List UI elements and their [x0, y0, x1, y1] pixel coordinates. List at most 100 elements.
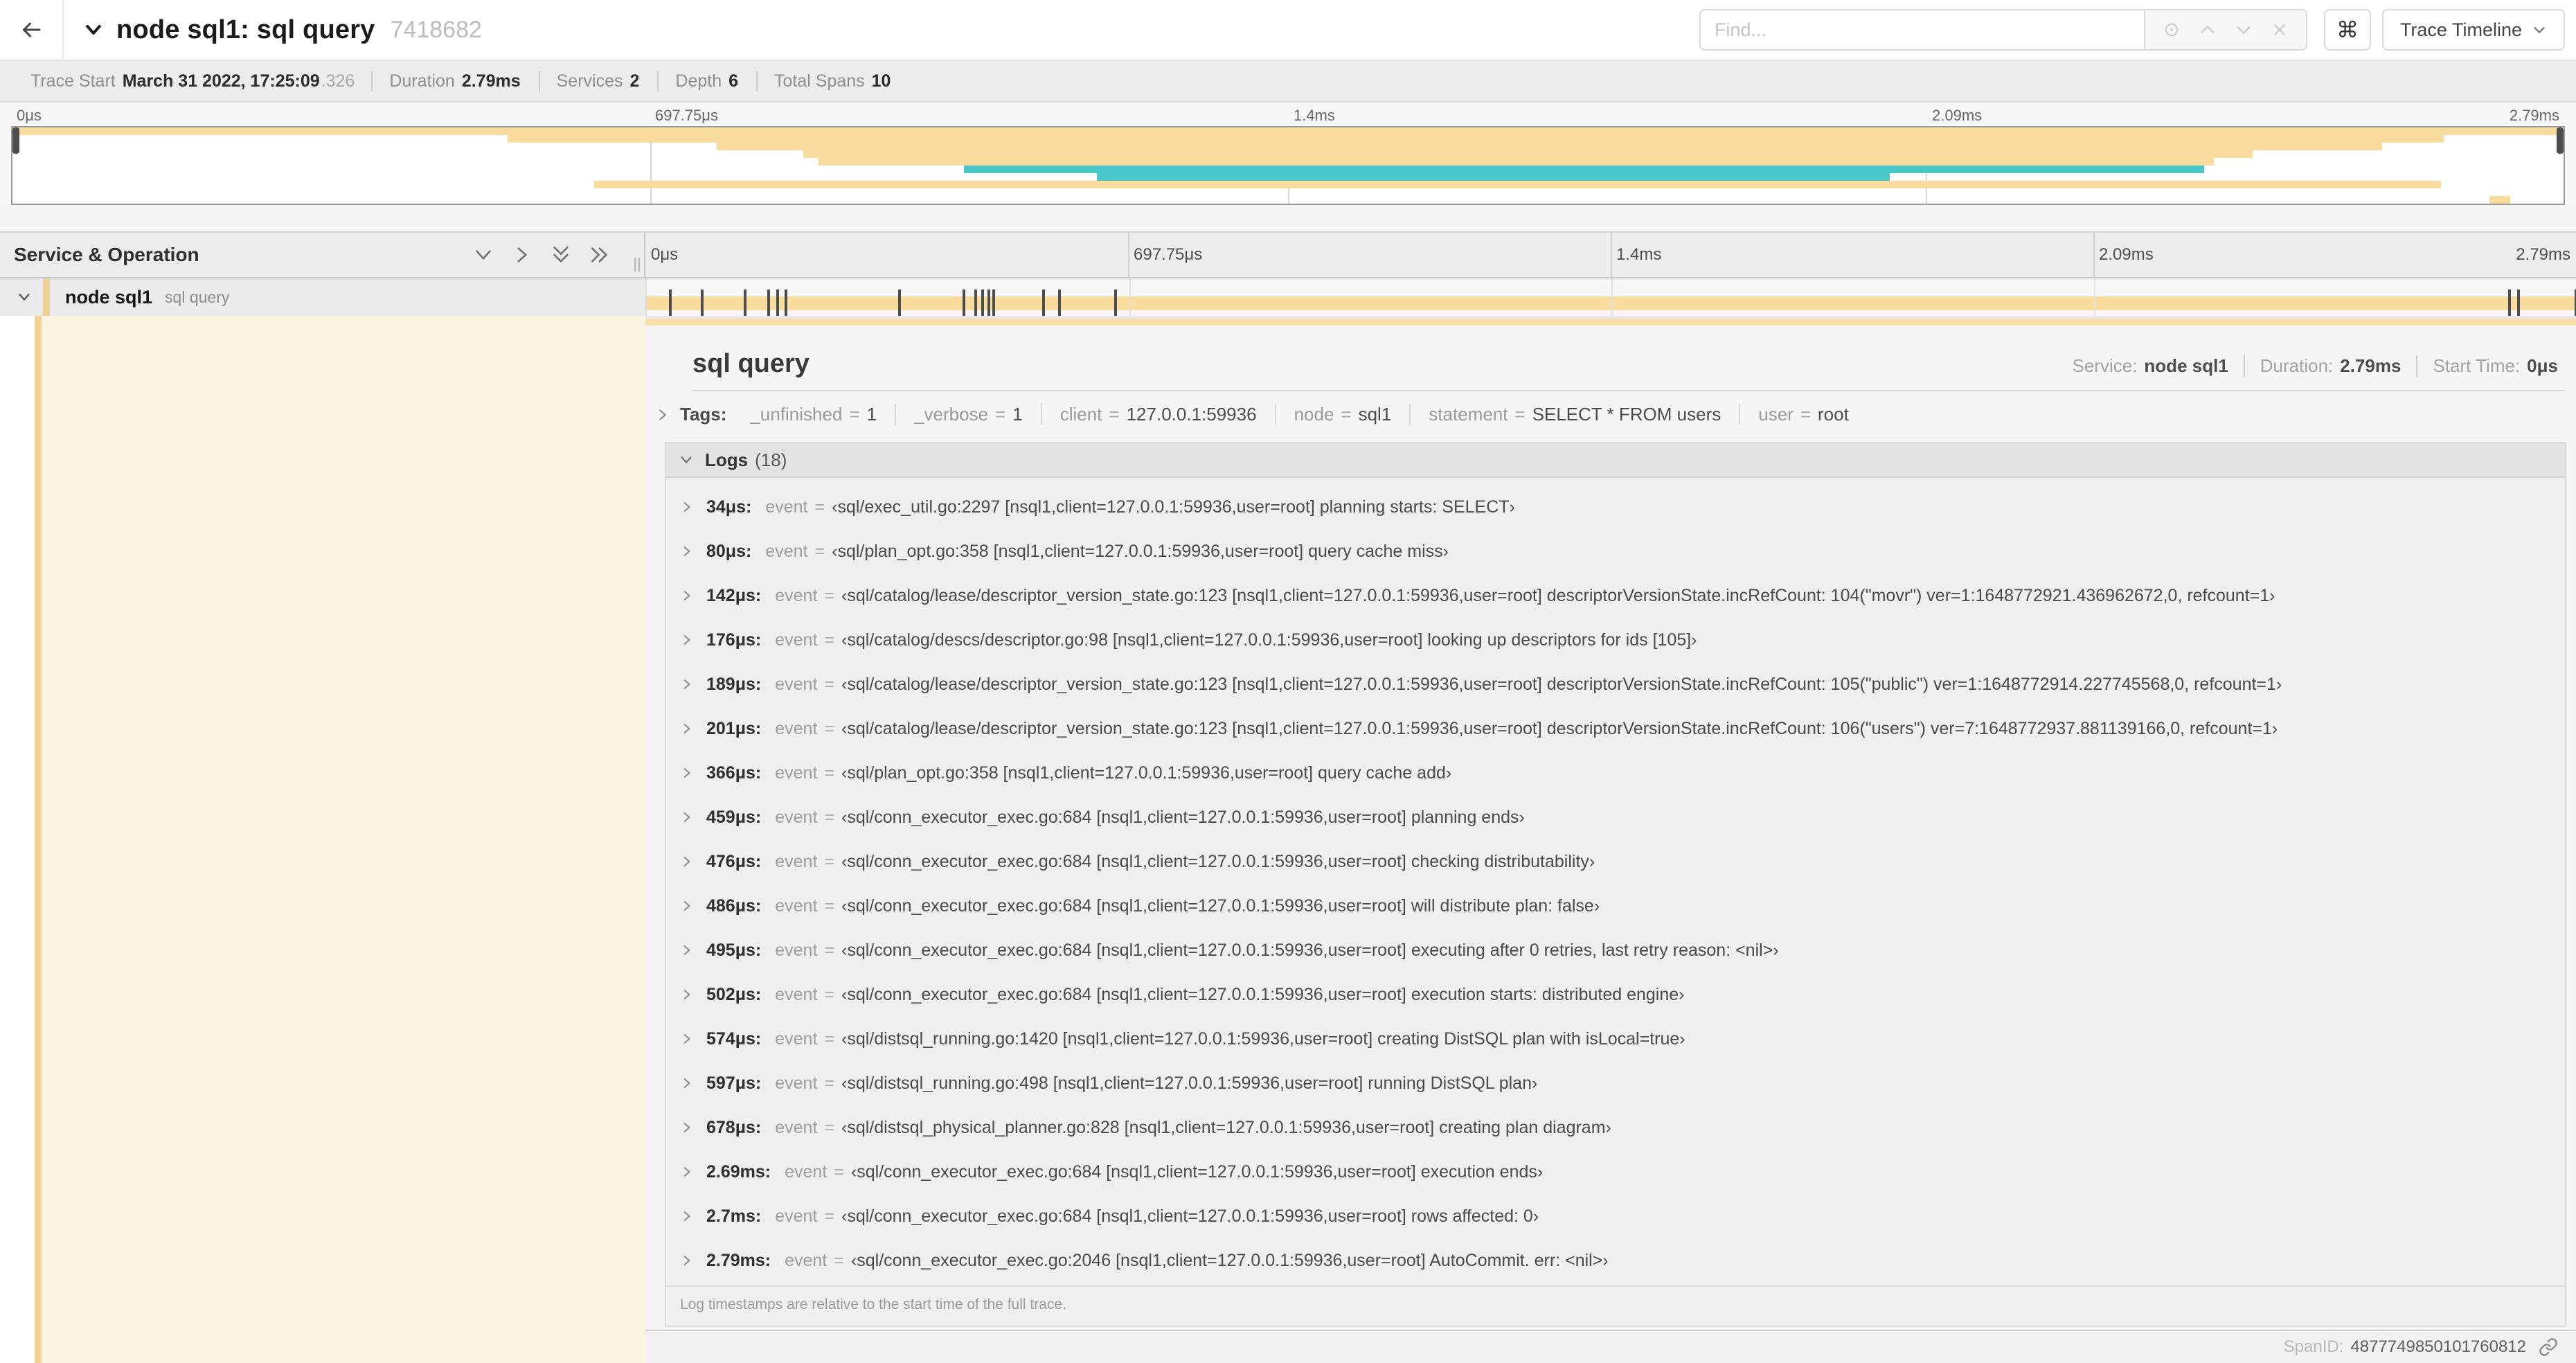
chevron-down-icon[interactable] — [17, 289, 32, 305]
span-name-cell[interactable]: node sql1 sql query — [0, 278, 645, 316]
view-selector-button[interactable]: Trace Timeline — [2381, 9, 2565, 51]
log-entry-row[interactable]: 476μs: event = ‹sql/conn_executor_exec.g… — [666, 839, 2565, 884]
collapse-one-chevron-down-icon[interactable] — [472, 244, 494, 266]
log-entry-row[interactable]: 678μs: event = ‹sql/distsql_physical_pla… — [666, 1105, 2565, 1150]
top-actions: ⌘ Trace Timeline — [1699, 9, 2576, 51]
equals-sign: = — [824, 1073, 835, 1093]
minimap-span-bar — [12, 127, 2561, 135]
log-marker-tick[interactable] — [776, 289, 779, 316]
tags-row[interactable]: Tags: _unfinished = 1 _verbose = 1 clien… — [645, 391, 2576, 436]
meta-label: Start Time: — [2433, 355, 2521, 376]
log-entry-row[interactable]: 366μs: event = ‹sql/plan_opt.go:358 [nsq… — [666, 751, 2565, 795]
summary-label: Trace Start — [30, 71, 116, 91]
log-entry-row[interactable]: 176μs: event = ‹sql/catalog/descs/descri… — [666, 618, 2565, 662]
tag-key: statement — [1429, 404, 1508, 425]
summary-value: 2.79ms — [461, 71, 521, 91]
log-entry-row[interactable]: 2.69ms: event = ‹sql/conn_executor_exec.… — [666, 1150, 2565, 1194]
equals-sign: = — [814, 541, 825, 561]
log-marker-tick[interactable] — [700, 289, 704, 316]
summary-value-suffix: .326 — [321, 71, 355, 91]
span-row: node sql1 sql query — [0, 278, 2576, 316]
log-timestamp: 502μs: — [706, 984, 762, 1004]
chevron-down-icon[interactable] — [83, 19, 104, 40]
logs-header[interactable]: Logs (18) — [666, 443, 2565, 478]
log-field-value: ‹sql/conn_executor_exec.go:684 [nsql1,cl… — [841, 1206, 1539, 1226]
equals-sign: = — [834, 1250, 844, 1270]
find-input[interactable] — [1699, 9, 2145, 51]
logs-section: Logs (18) 34μs: event = ‹sql/exec_util.g… — [665, 442, 2566, 1327]
log-entry-row[interactable]: 201μs: event = ‹sql/catalog/lease/descri… — [666, 706, 2565, 751]
log-timestamp: 2.7ms: — [706, 1206, 762, 1226]
log-timestamp: 476μs: — [706, 851, 762, 871]
log-marker-tick[interactable] — [2508, 289, 2512, 316]
equals-sign: = — [824, 984, 835, 1004]
log-entry-row[interactable]: 502μs: event = ‹sql/conn_executor_exec.g… — [666, 972, 2565, 1017]
meta-label: Duration: — [2260, 355, 2334, 376]
log-entry-row[interactable]: 597μs: event = ‹sql/distsql_running.go:4… — [666, 1061, 2565, 1105]
keyboard-shortcuts-button[interactable]: ⌘ — [2323, 9, 2371, 51]
equals-sign: = — [1109, 404, 1120, 425]
collapse-all-double-chevron-down-icon[interactable] — [550, 244, 572, 266]
page-title: node sql1: sql query — [116, 15, 375, 44]
prev-match-chevron-up-icon[interactable] — [2190, 20, 2226, 39]
log-marker-tick[interactable] — [784, 289, 787, 316]
log-entry-row[interactable]: 495μs: event = ‹sql/conn_executor_exec.g… — [666, 928, 2565, 972]
log-entry-row[interactable]: 459μs: event = ‹sql/conn_executor_exec.g… — [666, 795, 2565, 839]
minimap-left-scrubber-handle[interactable] — [12, 127, 19, 154]
log-marker-tick[interactable] — [987, 289, 991, 316]
tag-item: client = 127.0.0.1:59936 — [1040, 404, 1275, 425]
clear-search-x-icon[interactable] — [2262, 21, 2298, 39]
link-icon[interactable] — [2539, 1337, 2558, 1357]
log-marker-tick[interactable] — [974, 289, 978, 316]
log-marker-tick[interactable] — [992, 289, 996, 316]
log-field-value: ‹sql/conn_executor_exec.go:684 [nsql1,cl… — [841, 896, 1600, 916]
log-marker-tick[interactable] — [2517, 289, 2521, 316]
equals-sign: = — [849, 404, 860, 425]
minimap-span-bar — [593, 181, 2442, 188]
log-marker-tick[interactable] — [668, 289, 672, 316]
log-entry-row[interactable]: 142μs: event = ‹sql/catalog/lease/descri… — [666, 573, 2565, 618]
chevron-right-icon — [680, 1165, 694, 1179]
back-button[interactable] — [0, 0, 64, 60]
minimap-canvas[interactable] — [11, 126, 2565, 205]
log-entry-row[interactable]: 189μs: event = ‹sql/catalog/lease/descri… — [666, 662, 2565, 706]
column-resizer-handle[interactable] — [634, 258, 640, 271]
log-entry-row[interactable]: 574μs: event = ‹sql/distsql_running.go:1… — [666, 1017, 2565, 1061]
log-marker-tick[interactable] — [743, 289, 746, 316]
log-entry-row[interactable]: 2.79ms: event = ‹sql/conn_executor_exec.… — [666, 1238, 2565, 1283]
ruler-tick-label: 2.09ms — [1932, 106, 1983, 124]
top-bar: node sql1: sql query 7418682 Find... ⌘ T… — [0, 0, 2576, 61]
log-entry-row[interactable]: 34μs: event = ‹sql/exec_util.go:2297 [ns… — [666, 485, 2565, 529]
log-entry-row[interactable]: 2.7ms: event = ‹sql/conn_executor_exec.g… — [666, 1194, 2565, 1238]
equals-sign: = — [1514, 404, 1526, 425]
log-marker-tick[interactable] — [1042, 289, 1046, 316]
log-marker-tick[interactable] — [981, 289, 985, 316]
log-marker-tick[interactable] — [1114, 289, 1118, 316]
minimap-span-bar — [2489, 196, 2510, 204]
log-entry-row[interactable]: 486μs: event = ‹sql/conn_executor_exec.g… — [666, 884, 2565, 928]
expanded-row-tint — [42, 316, 645, 1363]
log-entry-row[interactable]: 80μs: event = ‹sql/plan_opt.go:358 [nsql… — [666, 529, 2565, 573]
log-timestamp: 459μs: — [706, 807, 762, 827]
meta-value: 0μs — [2527, 355, 2558, 376]
minimap-right-scrubber-handle[interactable] — [2557, 127, 2564, 154]
expand-one-chevron-right-icon[interactable] — [511, 244, 533, 266]
focus-match-icon[interactable] — [2154, 20, 2190, 39]
log-marker-tick[interactable] — [767, 289, 770, 316]
log-marker-tick[interactable] — [963, 289, 966, 316]
ruler-tick-label: 697.75μs — [1134, 245, 1203, 264]
log-timestamp: 486μs: — [706, 896, 762, 916]
log-marker-tick[interactable] — [1058, 289, 1062, 316]
log-field-key: event — [775, 807, 818, 827]
chevron-right-icon — [680, 1121, 694, 1134]
next-match-chevron-down-icon[interactable] — [2226, 20, 2262, 39]
log-field-value: ‹sql/distsql_running.go:1420 [nsql1,clie… — [841, 1028, 1685, 1049]
equals-sign: = — [824, 674, 835, 694]
operation-name: sql query — [165, 287, 230, 306]
expand-all-double-chevron-right-icon[interactable] — [589, 244, 611, 266]
log-field-value: ‹sql/catalog/descs/descriptor.go:98 [nsq… — [841, 630, 1697, 650]
log-field-value: ‹sql/plan_opt.go:358 [nsql1,client=127.0… — [832, 541, 1449, 561]
chevron-down-icon — [679, 452, 694, 467]
log-marker-tick[interactable] — [898, 289, 902, 316]
service-operation-header: Service & Operation — [0, 233, 645, 277]
